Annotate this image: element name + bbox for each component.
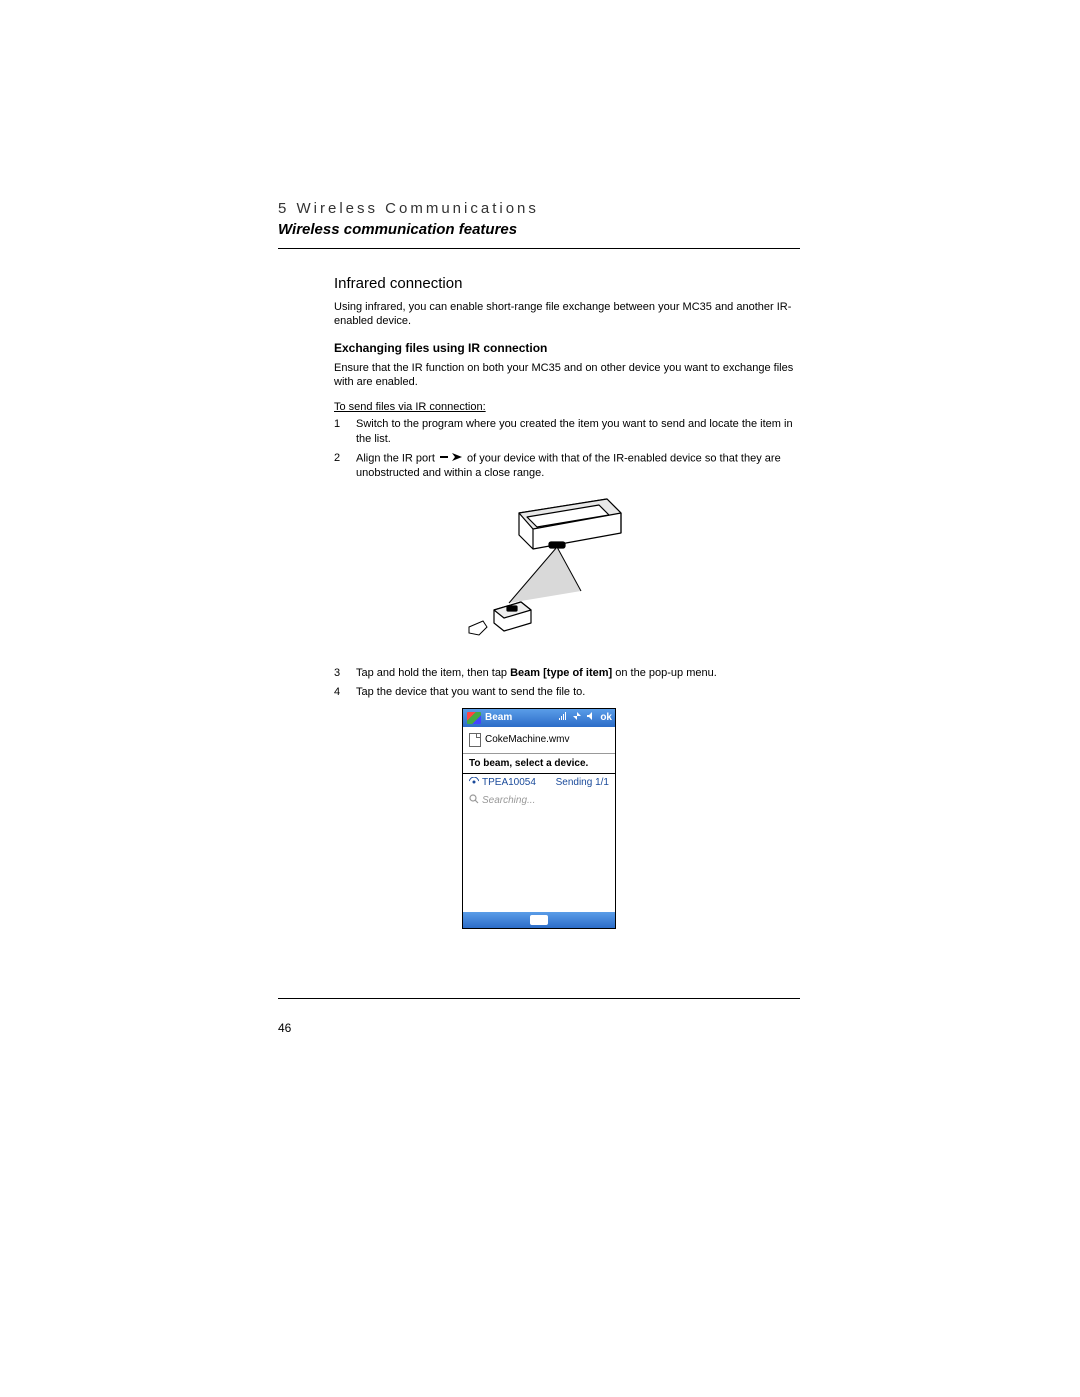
file-row: CokeMachine.wmv (463, 727, 615, 754)
ir-port-icon (440, 451, 462, 466)
device-list-body (463, 810, 615, 912)
step-list: 1 Switch to the program where you create… (334, 417, 800, 481)
step-text: Tap the device that you want to send the… (356, 685, 800, 700)
step-number: 2 (334, 451, 356, 481)
keyboard-icon[interactable] (530, 915, 548, 925)
volume-icon (586, 711, 596, 724)
device-list-header: To beam, select a device. (463, 754, 615, 774)
step-text: Tap and hold the item, then tap Beam [ty… (356, 666, 800, 681)
beam-target-icon (469, 777, 479, 788)
device-title: Beam (485, 712, 512, 723)
step-item: 4 Tap the device that you want to send t… (334, 685, 800, 700)
subsection-heading: Exchanging files using IR connection (334, 341, 800, 355)
step-number: 3 (334, 666, 356, 681)
step-item: 3 Tap and hold the item, then tap Beam [… (334, 666, 800, 681)
beam-screenshot: Beam ok CokeMachine.wmv To beam, select … (462, 708, 616, 929)
page-number: 46 (278, 1021, 291, 1035)
ir-alignment-illustration (278, 495, 800, 650)
start-icon (467, 712, 481, 724)
subsection-intro: Ensure that the IR function on both your… (334, 361, 800, 390)
device-name: TPEA10054 (482, 777, 536, 788)
search-icon (469, 794, 479, 807)
header-rule (278, 248, 800, 249)
section-heading: Infrared connection (334, 275, 800, 292)
chapter-subtitle: Wireless communication features (278, 221, 800, 238)
step-text: Switch to the program where you created … (356, 417, 800, 447)
step-list: 3 Tap and hold the item, then tap Beam [… (334, 666, 800, 700)
step-item: 1 Switch to the program where you create… (334, 417, 800, 447)
file-name: CokeMachine.wmv (485, 734, 569, 745)
step-number: 1 (334, 417, 356, 447)
step-item: 2 Align the IR port of your device with … (334, 451, 800, 481)
signal-icon (558, 711, 568, 724)
step-number: 4 (334, 685, 356, 700)
searching-label: Searching... (482, 795, 535, 806)
step-text: Align the IR port of your device with th… (356, 451, 800, 481)
ok-button[interactable]: ok (600, 712, 612, 723)
device-status: Sending 1/1 (556, 777, 609, 788)
file-icon (469, 733, 481, 747)
section-intro: Using infrared, you can enable short-ran… (334, 300, 800, 329)
device-bottom-bar (463, 912, 615, 928)
procedure-title: To send files via IR connection: (334, 401, 800, 413)
device-titlebar: Beam ok (463, 709, 615, 727)
connection-icon (572, 711, 582, 724)
chapter-title: 5 Wireless Communications (278, 200, 800, 217)
footer-rule (278, 998, 800, 999)
device-row[interactable]: TPEA10054 Sending 1/1 (463, 774, 615, 791)
searching-row: Searching... (463, 791, 615, 810)
